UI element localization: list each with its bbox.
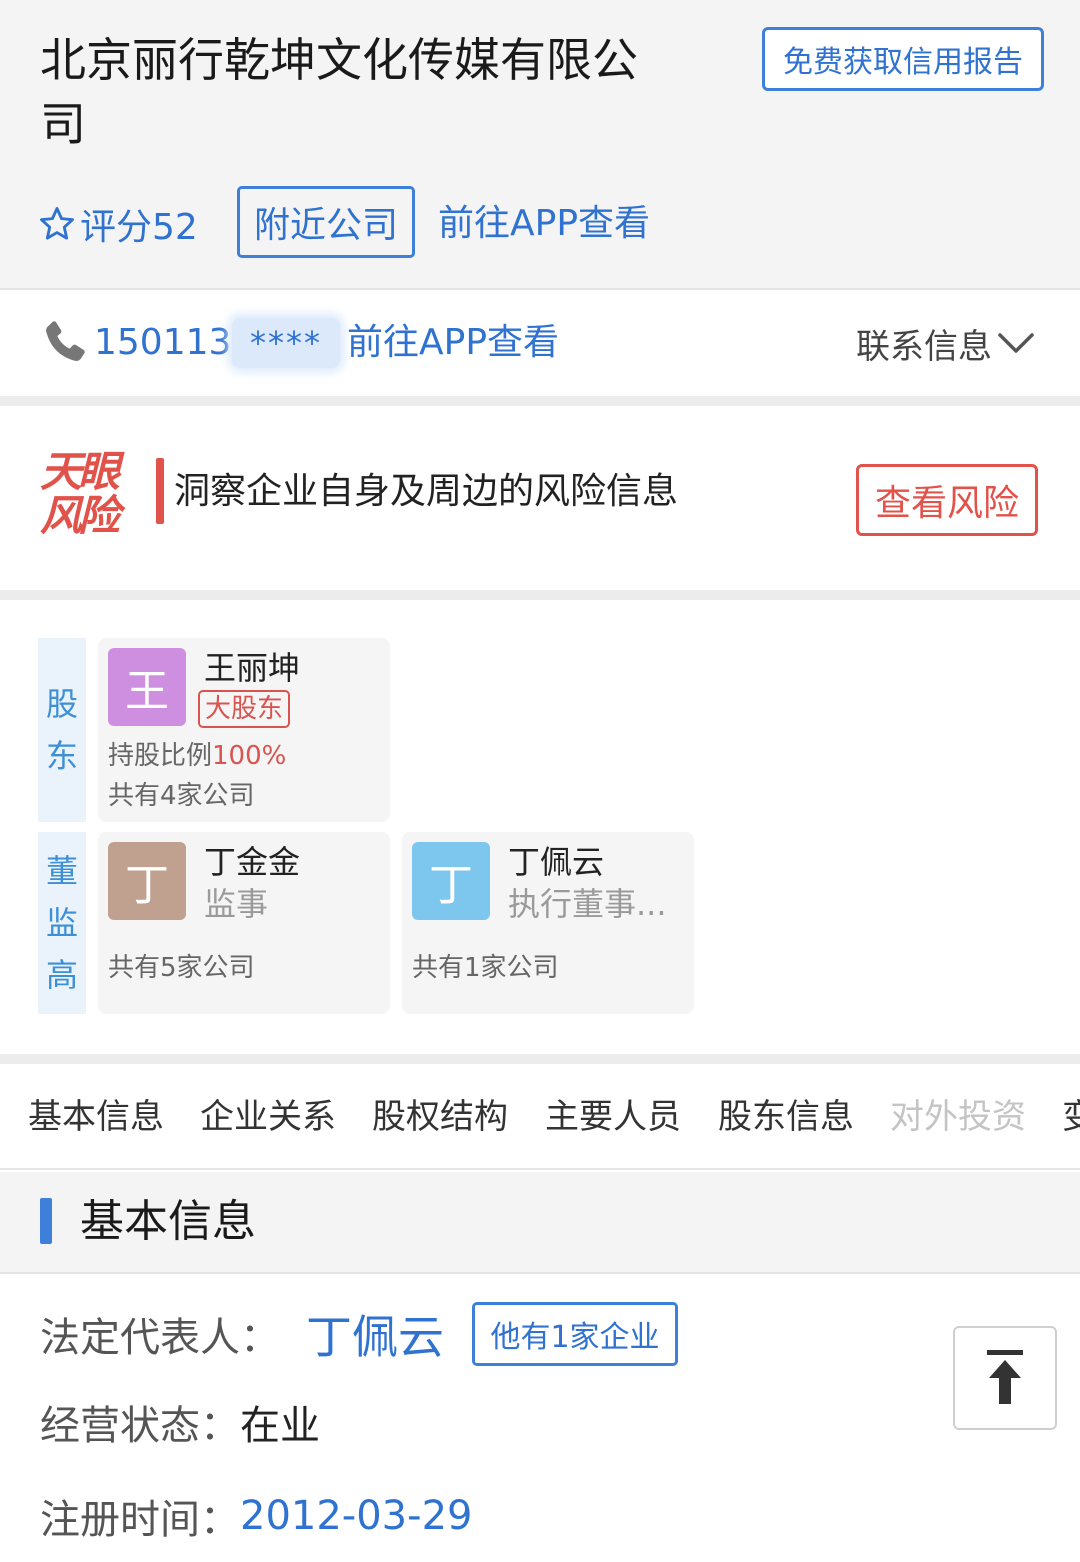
masked-phone-digits: **** <box>232 318 340 368</box>
status-row: 经营状态： 在业 <box>40 1390 320 1454</box>
phone-icon <box>46 321 85 361</box>
chevron-down-icon <box>998 333 1034 353</box>
section-title: 基本信息 <box>80 1196 256 1247</box>
section-header: 基本信息 <box>0 1172 1080 1274</box>
contact-info-toggle[interactable]: 联系信息 <box>856 315 1036 371</box>
tab-key-personnel[interactable]: 主要人员 <box>545 1090 681 1144</box>
executive-label: 董 监 高 <box>38 832 86 1014</box>
contact-row: 1501136 **** 前往APP查看 联系信息 <box>0 290 1080 396</box>
avatar: 丁 <box>108 842 186 920</box>
company-count: 共有1家公司 <box>412 953 559 983</box>
person-role: 监事 <box>204 885 269 923</box>
registration-label: 注册时间： <box>40 1497 240 1543</box>
star-icon <box>40 207 74 240</box>
divider <box>0 1054 1080 1064</box>
avatar: 王 <box>108 648 186 726</box>
divider <box>0 590 1080 600</box>
status-value: 在业 <box>240 1403 320 1449</box>
legal-rep-row: 法定代表人： 丁佩云 他有1家企业 <box>40 1302 678 1366</box>
tab-equity-structure[interactable]: 股权结构 <box>372 1090 508 1144</box>
company-name: 北京丽行乾坤文化传媒有限公司 <box>40 33 638 151</box>
section-tabs: 基本信息 企业关系 股权结构 主要人员 股东信息 对外投资 变 <box>0 1064 1080 1170</box>
phone-number[interactable]: 1501136 <box>94 315 254 371</box>
person-name: 丁佩云 <box>508 843 605 881</box>
view-risk-button[interactable]: 查看风险 <box>856 464 1038 536</box>
person-role: 执行董事... <box>508 885 667 923</box>
legal-rep-companies-button[interactable]: 他有1家企业 <box>472 1302 678 1366</box>
major-shareholder-badge: 大股东 <box>198 690 290 728</box>
status-label: 经营状态： <box>40 1403 240 1449</box>
registration-date: 2012-03-29 <box>240 1493 473 1539</box>
executive-card[interactable]: 丁 丁金金 监事 共有5家公司 <box>98 832 390 1014</box>
tab-basic-info[interactable]: 基本信息 <box>28 1090 164 1144</box>
risk-divider <box>156 458 164 524</box>
nearby-companies-button[interactable]: 附近公司 <box>237 186 415 258</box>
tianyan-risk-logo: 天眼 风险 <box>40 447 120 540</box>
section-accent-bar <box>40 1198 52 1244</box>
executive-card[interactable]: 丁 丁佩云 执行董事... 共有1家公司 <box>402 832 694 1014</box>
share-ratio: 持股比例100% <box>108 741 287 771</box>
score-label: 评分52 <box>80 207 198 248</box>
legal-rep-label: 法定代表人： <box>40 1315 280 1361</box>
shareholder-card[interactable]: 王 王丽坤 大股东 持股比例100% 共有4家公司 <box>98 638 390 822</box>
arrow-to-top-icon <box>987 1350 1023 1404</box>
company-count: 共有5家公司 <box>108 953 255 983</box>
open-app-link[interactable]: 前往APP查看 <box>347 315 559 371</box>
avatar: 丁 <box>412 842 490 920</box>
shareholder-label: 股 东 <box>38 638 86 822</box>
risk-banner: 天眼 风险 洞察企业自身及周边的风险信息 查看风险 <box>0 406 1080 590</box>
basic-info-panel: 法定代表人： 丁佩云 他有1家企业 经营状态： 在业 注册时间： 2012-03… <box>0 1276 1080 1562</box>
scroll-to-top-button[interactable] <box>953 1326 1057 1430</box>
tab-company-relations[interactable]: 企业关系 <box>200 1090 336 1144</box>
legal-rep-name[interactable]: 丁佩云 <box>306 1301 444 1367</box>
people-section: 股 东 王 王丽坤 大股东 持股比例100% 共有4家公司 董 监 高 丁 丁金… <box>0 600 1080 1054</box>
company-count: 共有4家公司 <box>108 781 255 811</box>
credit-report-button[interactable]: 免费获取信用报告 <box>762 27 1044 91</box>
person-name: 王丽坤 <box>204 649 301 687</box>
tab-changes[interactable]: 变 <box>1062 1090 1080 1144</box>
score-link[interactable]: 评分52 <box>38 196 198 252</box>
tab-shareholder-info[interactable]: 股东信息 <box>718 1090 854 1144</box>
risk-description: 洞察企业自身及周边的风险信息 <box>174 471 679 512</box>
contact-info-label: 联系信息 <box>856 326 992 367</box>
registration-row: 注册时间： 2012-03-29 <box>40 1484 472 1548</box>
person-name: 丁金金 <box>204 843 301 881</box>
open-app-link[interactable]: 前往APP查看 <box>438 196 650 252</box>
divider <box>0 396 1080 406</box>
company-header: 北京丽行乾坤文化传媒有限公司 免费获取信用报告 评分52 附近公司 前往APP查… <box>0 0 1080 290</box>
tab-outbound-investment: 对外投资 <box>890 1097 1026 1137</box>
